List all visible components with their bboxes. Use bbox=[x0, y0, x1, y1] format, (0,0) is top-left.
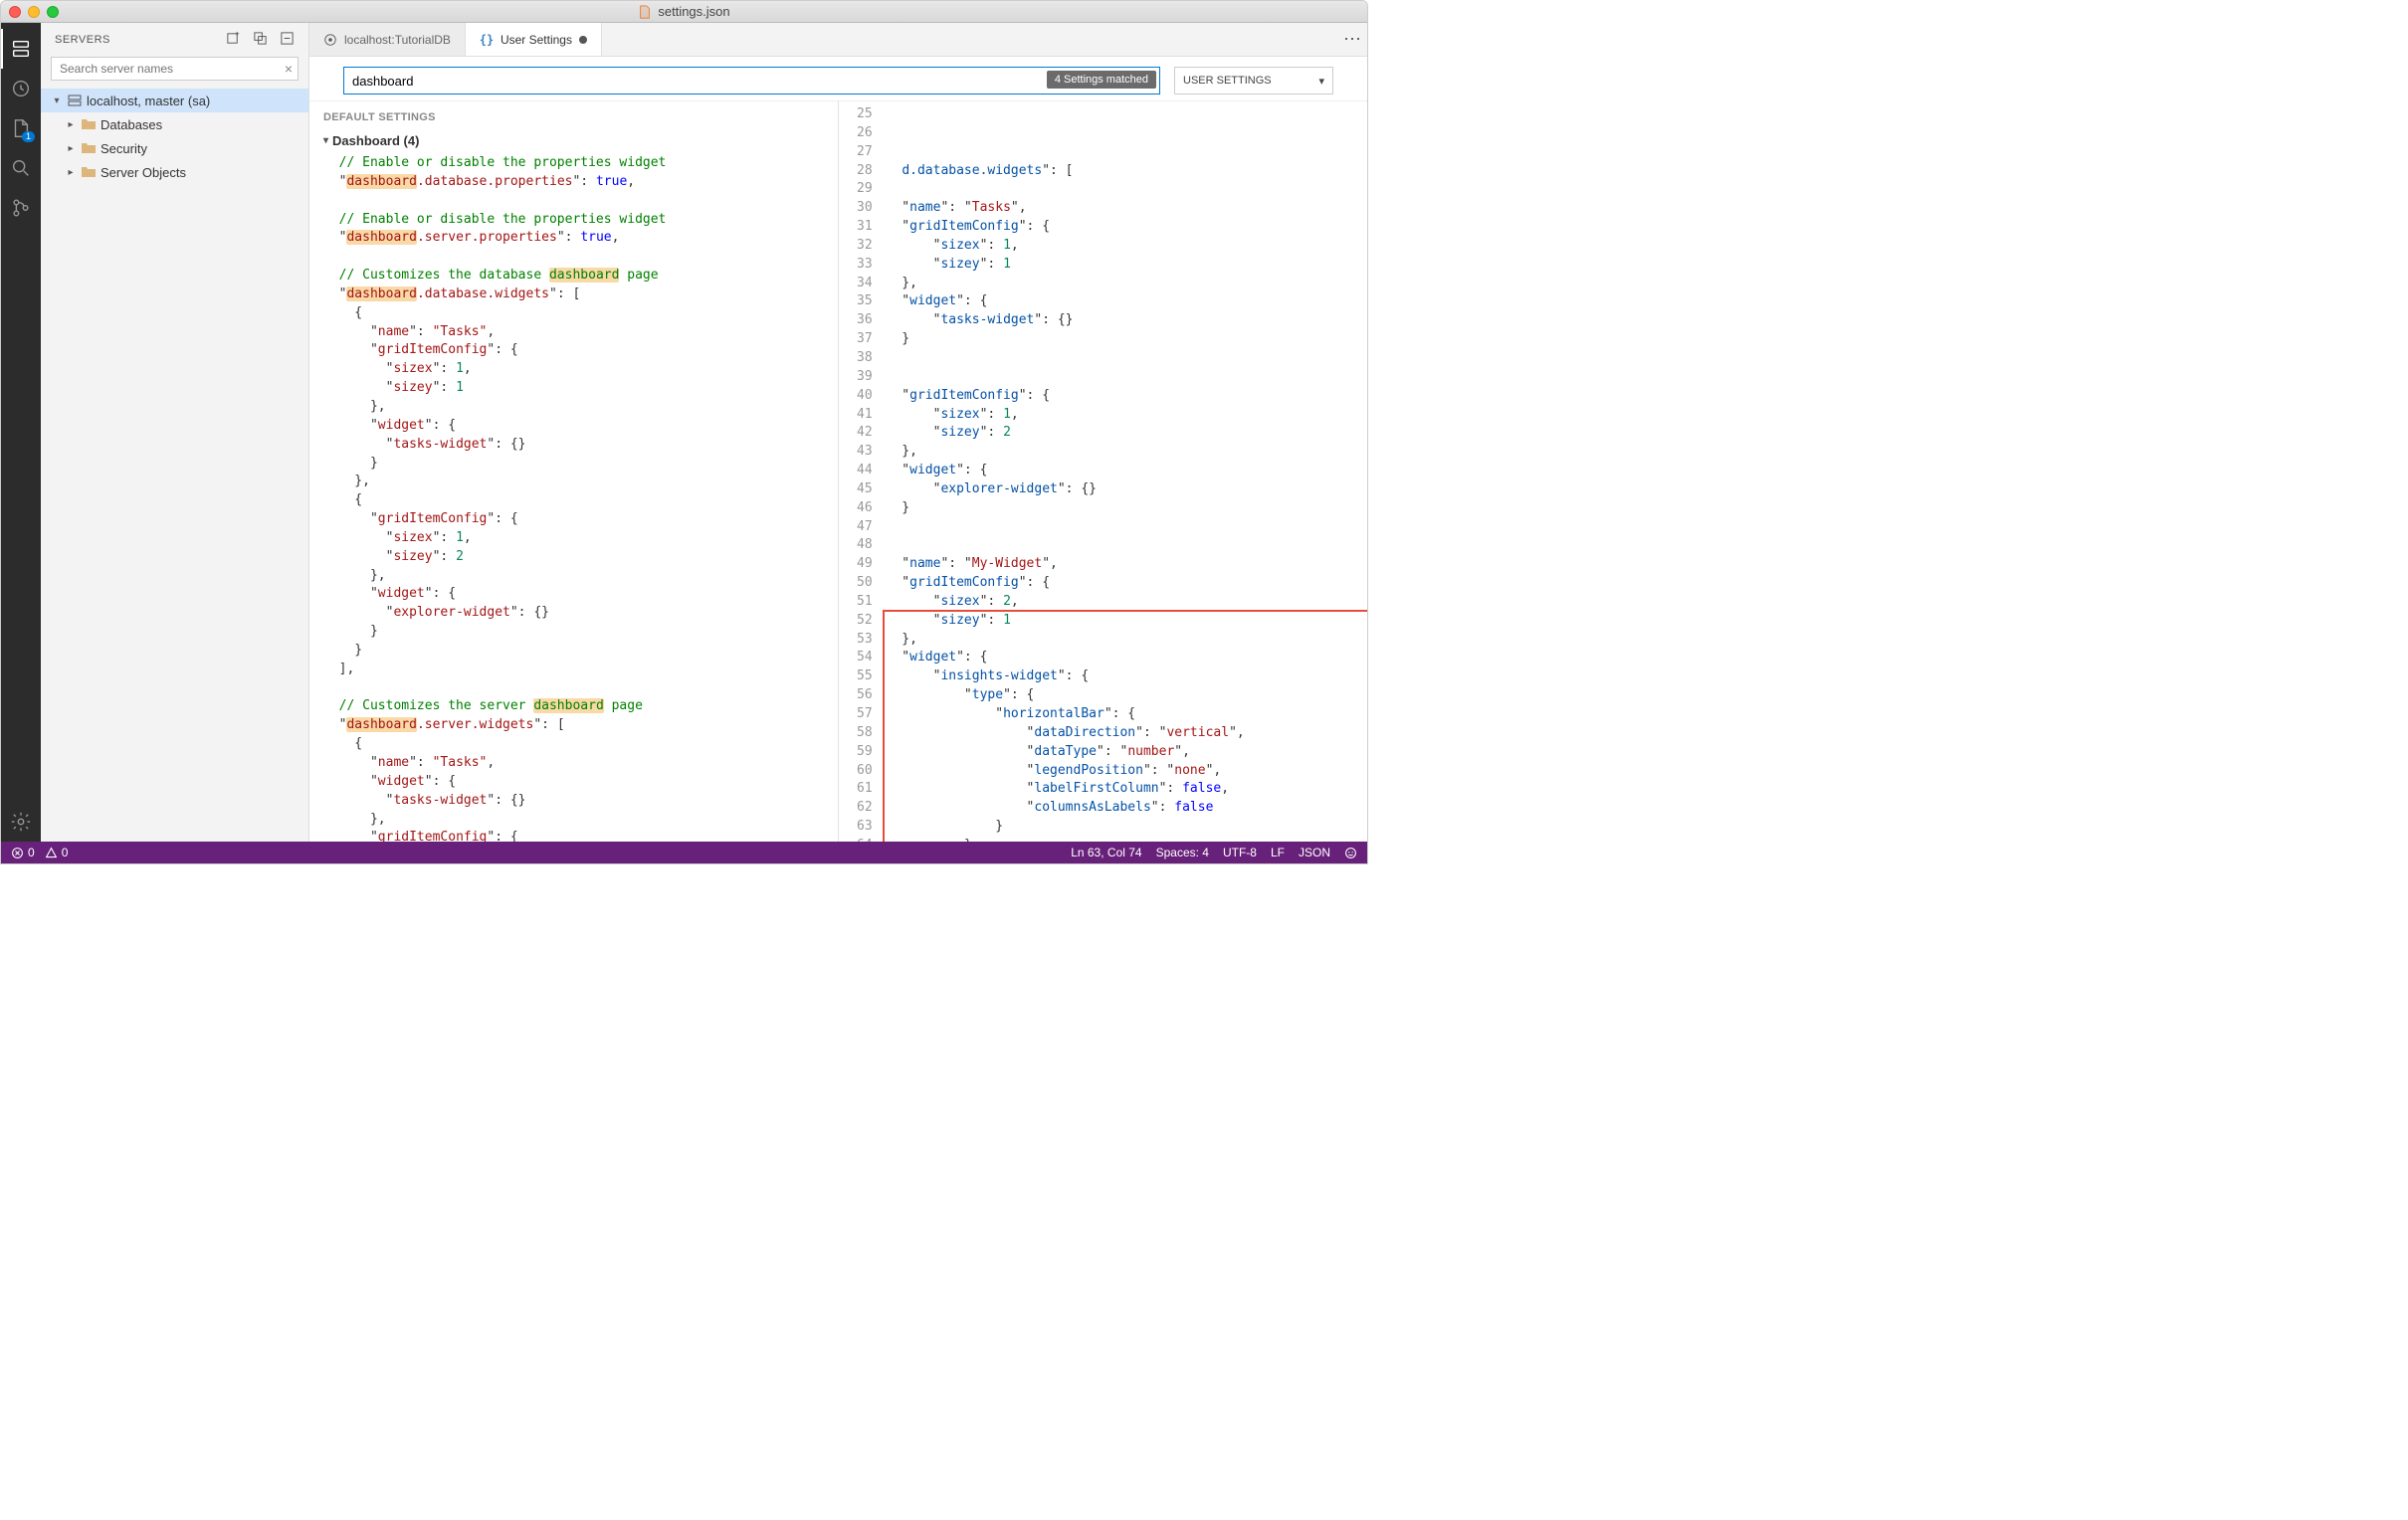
sidebar-header: SERVERS bbox=[55, 34, 226, 46]
match-count-badge: 4 Settings matched bbox=[1047, 71, 1156, 89]
tree-label: Databases bbox=[100, 117, 162, 132]
activity-explorer[interactable]: 1 bbox=[1, 108, 41, 148]
braces-icon: {} bbox=[480, 33, 494, 47]
settings-search-input[interactable] bbox=[343, 67, 1160, 95]
explorer-badge: 1 bbox=[22, 131, 35, 142]
default-settings-code[interactable]: // Enable or disable the properties widg… bbox=[309, 154, 838, 842]
tree-item-server-objects[interactable]: ▸ Server Objects bbox=[41, 160, 308, 184]
activity-source-control[interactable] bbox=[1, 188, 41, 228]
status-errors[interactable]: 0 bbox=[11, 846, 35, 859]
tab-connection[interactable]: localhost:TutorialDB bbox=[309, 23, 466, 56]
default-settings-pane: DEFAULT SETTINGS ▾Dashboard (4) // Enabl… bbox=[309, 101, 839, 842]
window-title: settings.json bbox=[658, 4, 729, 19]
server-root[interactable]: ▾ localhost, master (sa) bbox=[41, 89, 308, 112]
settings-scope-select[interactable]: USER SETTINGS ▾ bbox=[1174, 67, 1333, 95]
server-icon bbox=[67, 93, 83, 108]
tree-item-databases[interactable]: ▸ Databases bbox=[41, 112, 308, 136]
maximize-window-button[interactable] bbox=[47, 6, 59, 18]
activity-servers[interactable] bbox=[1, 29, 41, 69]
activity-search[interactable] bbox=[1, 148, 41, 188]
new-connection-icon[interactable] bbox=[226, 31, 241, 49]
close-window-button[interactable] bbox=[9, 6, 21, 18]
dirty-indicator bbox=[579, 36, 587, 44]
activity-history[interactable] bbox=[1, 69, 41, 108]
folder-icon bbox=[81, 116, 97, 132]
user-settings-pane: 25 26 27 28 29 30 31 32 33 34 35 36 37 3… bbox=[839, 101, 1367, 842]
editor-area: localhost:TutorialDB {} User Settings ⋯ … bbox=[309, 23, 1367, 842]
titlebar: settings.json bbox=[1, 1, 1367, 23]
tree-label: Server Objects bbox=[100, 165, 186, 180]
status-warnings[interactable]: 0 bbox=[45, 846, 69, 859]
status-position[interactable]: Ln 63, Col 74 bbox=[1071, 846, 1141, 859]
chevron-down-icon: ▾ bbox=[1318, 75, 1324, 88]
activity-bar: 1 bbox=[1, 23, 41, 842]
folder-icon bbox=[81, 140, 97, 156]
status-feedback-icon[interactable] bbox=[1344, 847, 1357, 859]
server-search-input[interactable] bbox=[51, 57, 299, 81]
minimize-window-button[interactable] bbox=[28, 6, 40, 18]
status-spaces[interactable]: Spaces: 4 bbox=[1156, 846, 1209, 859]
sidebar: SERVERS × ▾ localhost, master (sa) ▸ bbox=[41, 23, 309, 842]
activity-settings[interactable] bbox=[1, 802, 41, 842]
server-tree: ▾ localhost, master (sa) ▸ Databases ▸ S… bbox=[41, 87, 308, 186]
tab-user-settings[interactable]: {} User Settings bbox=[466, 23, 602, 56]
tree-label: Security bbox=[100, 141, 147, 156]
user-settings-editor[interactable]: 25 26 27 28 29 30 31 32 33 34 35 36 37 3… bbox=[839, 101, 1367, 842]
status-encoding[interactable]: UTF-8 bbox=[1223, 846, 1257, 859]
sidebar-search: × bbox=[51, 57, 299, 81]
default-settings-header: DEFAULT SETTINGS bbox=[309, 101, 838, 129]
server-root-label: localhost, master (sa) bbox=[87, 94, 210, 108]
editor-tabs: localhost:TutorialDB {} User Settings ⋯ bbox=[309, 23, 1367, 57]
scope-label: USER SETTINGS bbox=[1183, 75, 1272, 87]
status-language[interactable]: JSON bbox=[1299, 846, 1330, 859]
new-group-icon[interactable] bbox=[253, 31, 268, 49]
collapse-all-icon[interactable] bbox=[280, 31, 295, 49]
section-dashboard[interactable]: ▾Dashboard (4) bbox=[309, 129, 838, 154]
folder-icon bbox=[81, 164, 97, 180]
tab-label: User Settings bbox=[501, 33, 572, 47]
clear-search-icon[interactable]: × bbox=[285, 61, 293, 77]
connection-icon bbox=[323, 33, 337, 47]
tree-item-security[interactable]: ▸ Security bbox=[41, 136, 308, 160]
settings-search: 4 Settings matched bbox=[343, 67, 1160, 95]
tab-overflow-button[interactable]: ⋯ bbox=[1337, 23, 1367, 56]
status-bar: 0 0 Ln 63, Col 74 Spaces: 4 UTF-8 LF JSO… bbox=[1, 842, 1367, 863]
tab-label: localhost:TutorialDB bbox=[344, 33, 451, 47]
file-icon bbox=[638, 5, 652, 19]
status-eol[interactable]: LF bbox=[1271, 846, 1285, 859]
